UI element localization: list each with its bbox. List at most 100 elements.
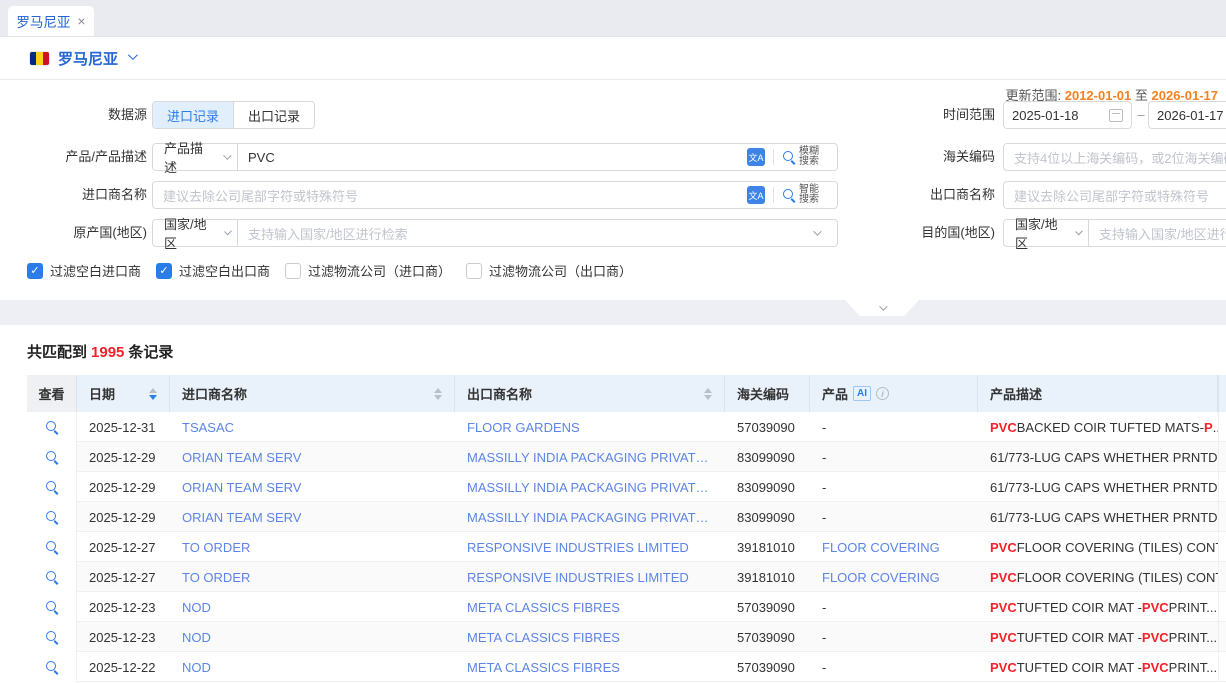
column-header-exporter[interactable]: 出口商名称 — [455, 375, 725, 412]
exporter-link[interactable]: RESPONSIVE INDUSTRIES LIMITED — [467, 570, 689, 585]
date-start-input[interactable]: 2025-01-18 — [1003, 101, 1132, 129]
hs-code-input[interactable]: 支持4位以上海关编码，或2位海关编码加 — [1003, 143, 1226, 171]
table-row: 2025-12-31TSASACFLOOR GARDENS57039090-PV… — [27, 412, 1226, 442]
sort-descending-icon[interactable] — [434, 395, 442, 400]
view-record-button[interactable] — [27, 652, 77, 682]
origin-country-select[interactable]: 国家/地区 — [152, 219, 238, 247]
importer-link[interactable]: NOD — [182, 660, 211, 675]
importer-link[interactable]: TO ORDER — [182, 540, 250, 555]
product-link[interactable]: FLOOR COVERING — [822, 570, 940, 585]
product-search-input[interactable]: PVC 文A 模糊搜索 — [237, 143, 838, 171]
summary-suffix: 条记录 — [128, 344, 173, 361]
exporter-link[interactable]: MASSILLY INDIA PACKAGING PRIVATE LIMI... — [467, 480, 713, 495]
collapse-panel-button[interactable] — [845, 300, 919, 316]
chevron-down-icon — [223, 151, 231, 159]
translate-icon[interactable]: 文A — [747, 186, 765, 204]
tab-romania[interactable]: 罗马尼亚 × — [8, 6, 94, 36]
importer-link[interactable]: ORIAN TEAM SERV — [182, 450, 301, 465]
filter-checkbox-3[interactable]: 过滤物流公司（出口商） — [466, 261, 632, 280]
view-record-button[interactable] — [27, 412, 77, 442]
product-type-select[interactable]: 产品描述 — [152, 143, 238, 171]
data-source-option-1[interactable]: 出口记录 — [233, 102, 314, 128]
view-record-button[interactable] — [27, 472, 77, 502]
exporter-link[interactable]: MASSILLY INDIA PACKAGING PRIVATE LIMI... — [467, 510, 713, 525]
importer-placeholder: 建议去除公司尾部字符或特殊符号 — [163, 186, 358, 205]
filter-checkbox-2[interactable]: 过滤物流公司（进口商） — [285, 261, 451, 280]
exporter-link[interactable]: META CLASSICS FIBRES — [467, 660, 620, 675]
view-search-icon[interactable] — [45, 660, 59, 674]
checkbox-icon[interactable] — [466, 263, 482, 279]
column-header-date[interactable]: 日期 — [77, 375, 170, 412]
hs-code-cell: 57039090 — [725, 652, 810, 682]
view-record-button[interactable] — [27, 442, 77, 472]
data-source-option-0[interactable]: 进口记录 — [153, 102, 233, 128]
view-record-button[interactable] — [27, 502, 77, 532]
translate-icon[interactable]: 文A — [747, 148, 765, 166]
view-record-button[interactable] — [27, 622, 77, 652]
sort-control[interactable] — [426, 388, 442, 400]
checkbox-icon[interactable]: ✓ — [156, 263, 172, 279]
exporter-link[interactable]: RESPONSIVE INDUSTRIES LIMITED — [467, 540, 689, 555]
view-record-button[interactable] — [27, 562, 77, 592]
destination-country-input[interactable]: 支持输入国家/地区进行检索 — [1088, 219, 1226, 247]
view-record-button[interactable] — [27, 592, 77, 622]
highlighted-keyword: PVC — [990, 570, 1017, 585]
view-search-icon[interactable] — [45, 480, 59, 494]
exporter-link[interactable]: META CLASSICS FIBRES — [467, 600, 620, 615]
country-name[interactable]: 罗马尼亚 — [58, 48, 118, 69]
view-search-icon[interactable] — [45, 570, 59, 584]
exporter-link[interactable]: META CLASSICS FIBRES — [467, 630, 620, 645]
date-end-value: 2026-01-17 — [1157, 108, 1224, 123]
column-header-importer[interactable]: 进口商名称 — [170, 375, 455, 412]
description-cell: 61/773-LUG CAPS WHETHER PRNTD... — [978, 502, 1218, 532]
view-search-icon[interactable] — [45, 540, 59, 554]
date-cell: 2025-12-27 — [77, 532, 170, 562]
view-search-icon[interactable] — [45, 450, 59, 464]
date-end-input[interactable]: 2026-01-17 — [1148, 101, 1226, 129]
sort-ascending-icon[interactable] — [149, 388, 157, 393]
exporter-input[interactable]: 建议去除公司尾部字符或特殊符号 — [1003, 181, 1226, 209]
column-header-product: 产品AIi — [810, 375, 978, 412]
chevron-down-icon[interactable] — [128, 50, 138, 60]
checkbox-icon[interactable]: ✓ — [27, 263, 43, 279]
hs-code-cell: 39181010 — [725, 562, 810, 592]
product-link[interactable]: FLOOR COVERING — [822, 540, 940, 555]
view-record-button[interactable] — [27, 532, 77, 562]
fuzzy-search-button[interactable]: 模糊搜索 — [782, 147, 819, 167]
origin-country-input[interactable]: 支持输入国家/地区进行检索 — [237, 219, 838, 247]
sort-ascending-icon[interactable] — [704, 388, 712, 393]
checkbox-icon[interactable] — [285, 263, 301, 279]
exporter-link[interactable]: FLOOR GARDENS — [467, 420, 580, 435]
column-header-hs: 海关编码 — [725, 375, 810, 412]
tab-close-icon[interactable]: × — [77, 13, 85, 29]
filter-checkbox-0[interactable]: ✓过滤空白进口商 — [27, 261, 141, 280]
sort-control[interactable] — [696, 388, 712, 400]
exporter-link[interactable]: MASSILLY INDIA PACKAGING PRIVATE LIMI... — [467, 450, 713, 465]
sort-control[interactable] — [141, 388, 157, 400]
view-search-icon[interactable] — [45, 630, 59, 644]
view-search-icon[interactable] — [45, 510, 59, 524]
column-label: 产品 — [822, 384, 848, 403]
view-search-icon[interactable] — [45, 600, 59, 614]
highlighted-keyword: PVC — [990, 420, 1017, 435]
importer-link[interactable]: ORIAN TEAM SERV — [182, 480, 301, 495]
hs-code-cell: 83099090 — [725, 442, 810, 472]
destination-country-select[interactable]: 国家/地区 — [1003, 219, 1089, 247]
sort-descending-icon[interactable] — [149, 395, 157, 400]
sort-descending-icon[interactable] — [704, 395, 712, 400]
stub-cell — [1218, 412, 1226, 442]
sort-ascending-icon[interactable] — [434, 388, 442, 393]
stub-cell — [1218, 622, 1226, 652]
importer-link[interactable]: ORIAN TEAM SERV — [182, 510, 301, 525]
importer-link[interactable]: NOD — [182, 600, 211, 615]
smart-search-button[interactable]: 智能搜索 — [782, 185, 819, 205]
view-search-icon[interactable] — [45, 420, 59, 434]
filter-checkbox-1[interactable]: ✓过滤空白出口商 — [156, 261, 270, 280]
chevron-down-icon — [879, 302, 887, 310]
info-icon[interactable]: i — [876, 387, 889, 400]
importer-link[interactable]: TSASAC — [182, 420, 234, 435]
importer-link[interactable]: NOD — [182, 630, 211, 645]
date-range-separator: – — [1136, 101, 1146, 129]
importer-link[interactable]: TO ORDER — [182, 570, 250, 585]
importer-input[interactable]: 建议去除公司尾部字符或特殊符号 文A 智能搜索 — [152, 181, 838, 209]
